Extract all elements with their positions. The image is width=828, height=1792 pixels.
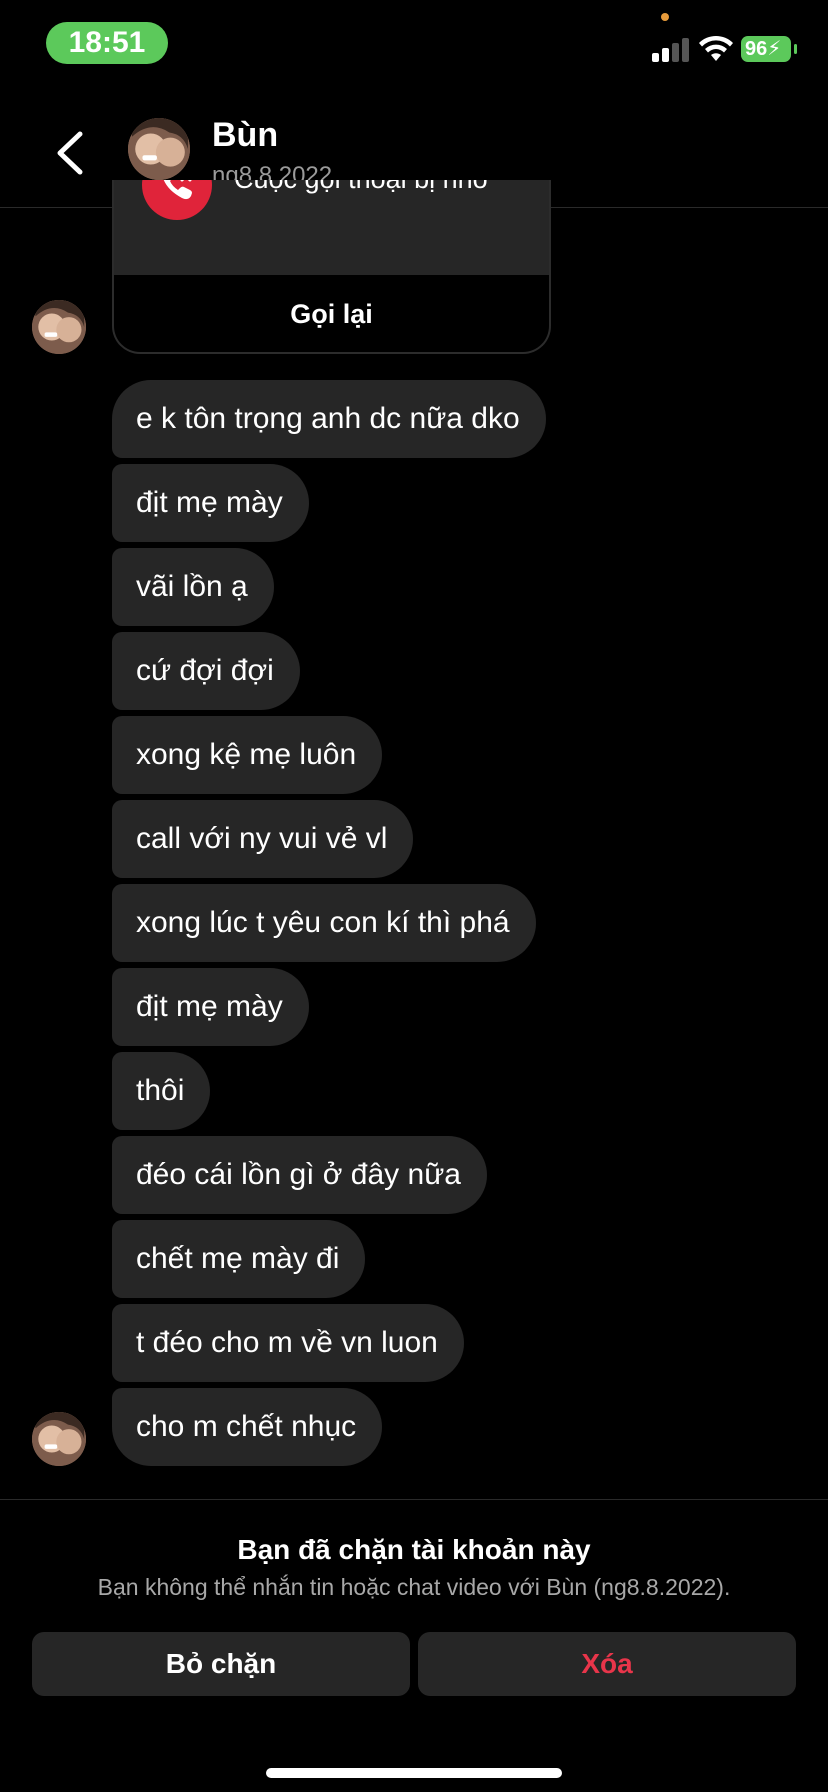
missed-call-card: Cuộc gọi thoại bị nhỡ Gọi lại bbox=[112, 180, 551, 354]
blocked-footer: Bạn đã chặn tài khoản này Bạn không thể … bbox=[0, 1499, 828, 1792]
status-bar: 18:51 96⚡ bbox=[0, 0, 828, 86]
cellular-signal-icon bbox=[652, 36, 692, 62]
blocked-subtitle: Bạn không thể nhắn tin hoặc chat video v… bbox=[97, 1574, 731, 1600]
message-bubble[interactable]: thôi bbox=[112, 1052, 211, 1130]
delete-button[interactable]: Xóa bbox=[418, 1632, 796, 1696]
battery-icon: 96⚡ bbox=[741, 36, 797, 62]
privacy-indicator bbox=[661, 13, 669, 21]
message-bubble[interactable]: chết mẹ mày đi bbox=[112, 1220, 366, 1298]
battery-level: 96 bbox=[745, 38, 768, 60]
message-bubble[interactable]: e k tôn trọng anh dc nữa dko bbox=[112, 380, 546, 458]
message-bubble[interactable]: xong kệ mẹ luôn bbox=[112, 716, 383, 794]
message-bubble[interactable]: địt mẹ mày bbox=[112, 968, 309, 1046]
sender-avatar[interactable] bbox=[32, 1412, 86, 1466]
wifi-icon bbox=[699, 35, 733, 61]
message-bubble[interactable]: xong lúc t yêu con kí thì phá bbox=[112, 884, 536, 962]
blocked-title: Bạn đã chặn tài khoản này bbox=[237, 1534, 591, 1565]
sender-avatar[interactable] bbox=[32, 300, 86, 354]
contact-name[interactable]: Bùn bbox=[212, 116, 278, 155]
back-arrow-icon[interactable] bbox=[50, 128, 90, 178]
message-bubble[interactable]: cho m chết nhục bbox=[112, 1388, 383, 1466]
home-indicator[interactable] bbox=[266, 1768, 562, 1778]
message-bubble[interactable]: vãi lồn ạ bbox=[112, 548, 274, 626]
contact-avatar[interactable] bbox=[128, 118, 190, 180]
message-bubble[interactable]: địt mẹ mày bbox=[112, 464, 309, 542]
unblock-button[interactable]: Bỏ chặn bbox=[32, 1632, 410, 1696]
message-bubble[interactable]: cứ đợi đợi bbox=[112, 632, 300, 710]
missed-call-icon bbox=[142, 180, 212, 220]
missed-call-text: Cuộc gọi thoại bị nhỡ bbox=[234, 180, 490, 195]
status-time: 18:51 bbox=[46, 22, 168, 64]
message-bubble[interactable]: đéo cái lồn gì ở đây nữa bbox=[112, 1136, 487, 1214]
message-bubble[interactable]: t đéo cho m về vn luon bbox=[112, 1304, 464, 1382]
message-bubble[interactable]: call với ny vui vẻ vl bbox=[112, 800, 414, 878]
missed-call-info: Cuộc gọi thoại bị nhỡ bbox=[114, 180, 549, 275]
call-back-button[interactable]: Gọi lại bbox=[114, 275, 549, 352]
